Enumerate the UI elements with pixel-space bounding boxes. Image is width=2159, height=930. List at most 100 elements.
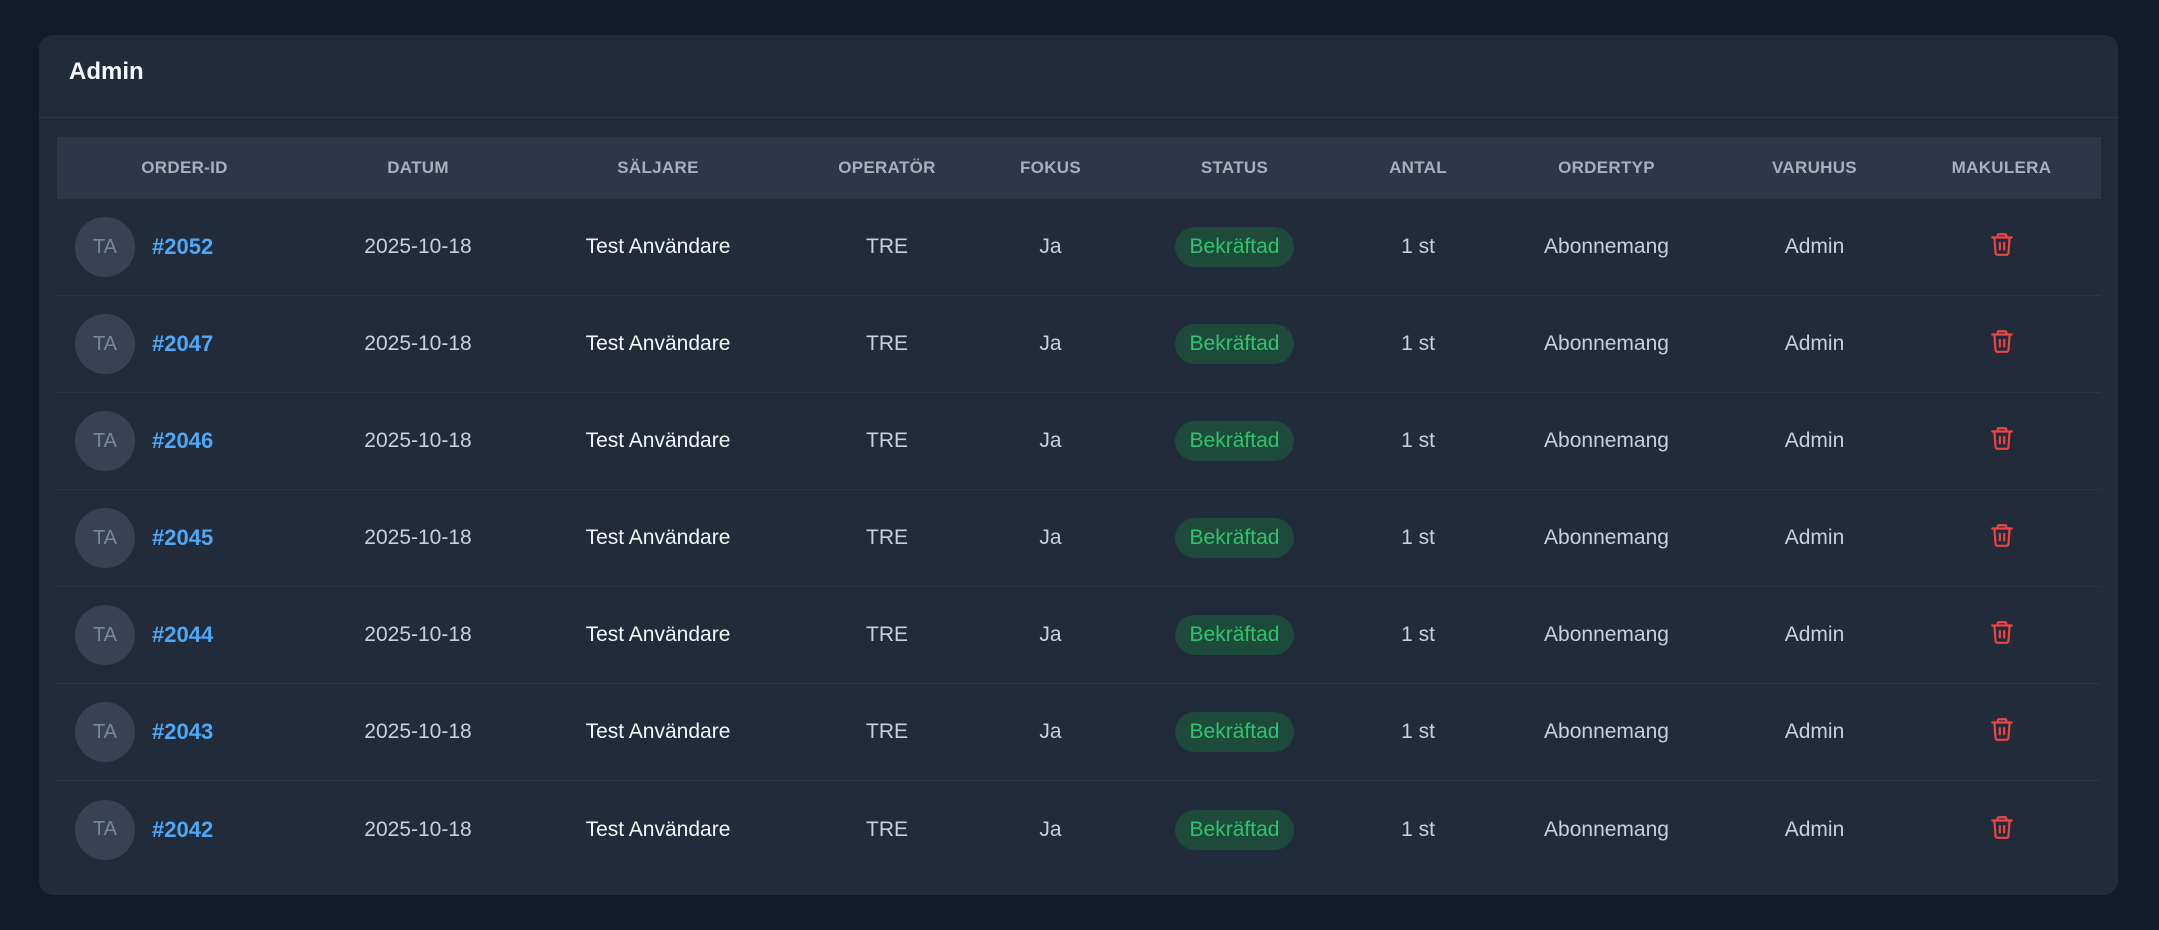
avatar: TA [75, 314, 135, 374]
seller-cell: Test Användare [585, 623, 731, 646]
table-row: TA #2046 2025-10-18 Test Användare TRE J… [57, 393, 2101, 490]
order-id-cell: TA #2052 [57, 217, 312, 277]
seller-cell: Test Användare [585, 817, 731, 841]
store-cell: Admin [1784, 332, 1845, 355]
trash-icon [1990, 815, 2013, 839]
delete-cell [1902, 619, 2101, 651]
delete-button[interactable] [1989, 619, 2015, 645]
delete-cell [1902, 328, 2101, 360]
order-id-cell: TA #2047 [57, 314, 312, 374]
date-cell: 2025-10-18 [364, 720, 472, 743]
delete-button[interactable] [1989, 716, 2015, 742]
table-row: TA #2047 2025-10-18 Test Användare TRE J… [57, 296, 2101, 393]
admin-orders-card: Admin ORDER-ID DATUM SÄLJARE OPERATÖR FO… [39, 35, 2118, 895]
delete-button[interactable] [1989, 231, 2015, 257]
table-header: ORDER-ID DATUM SÄLJARE OPERATÖR FOKUS ST… [57, 137, 2101, 199]
status-badge: Bekräftad [1174, 712, 1295, 752]
date-cell: 2025-10-18 [364, 817, 472, 841]
status-badge: Bekräftad [1174, 615, 1295, 655]
delete-button[interactable] [1989, 814, 2015, 840]
avatar: TA [75, 799, 135, 860]
delete-cell [1902, 814, 2101, 846]
focus-cell: Ja [1039, 817, 1062, 841]
table-row: TA #2043 2025-10-18 Test Användare TRE J… [57, 684, 2101, 781]
store-cell: Admin [1784, 623, 1845, 646]
delete-cell [1902, 522, 2101, 554]
order-id-cell: TA #2044 [57, 605, 312, 665]
column-header-status: STATUS [1200, 158, 1269, 177]
avatar: TA [75, 217, 135, 277]
column-header-focus: FOKUS [1020, 158, 1081, 177]
seller-cell: Test Användare [585, 235, 731, 258]
order-id-cell: TA #2045 [57, 508, 312, 568]
store-cell: Admin [1784, 429, 1845, 452]
column-header-seller: SÄLJARE [617, 158, 699, 177]
operator-cell: TRE [866, 817, 908, 841]
operator-cell: TRE [866, 332, 908, 355]
status-badge: Bekräftad [1174, 518, 1295, 558]
date-cell: 2025-10-18 [364, 429, 472, 452]
column-header-date: DATUM [387, 158, 449, 177]
operator-cell: TRE [866, 623, 908, 646]
avatar: TA [75, 702, 135, 762]
order-type-cell: Abonnemang [1544, 720, 1669, 743]
table-row: TA #2042 2025-10-18 Test Användare TRE J… [57, 781, 2101, 878]
status-cell: Bekräftad [1119, 809, 1350, 850]
avatar: TA [75, 411, 135, 471]
status-cell: Bekräftad [1119, 615, 1350, 655]
focus-cell: Ja [1039, 720, 1062, 743]
quantity-cell: 1 st [1401, 817, 1435, 841]
store-cell: Admin [1784, 720, 1845, 743]
order-id-cell: TA #2046 [57, 411, 312, 471]
delete-button[interactable] [1989, 328, 2015, 354]
focus-cell: Ja [1039, 332, 1062, 355]
table-row: TA #2044 2025-10-18 Test Användare TRE J… [57, 587, 2101, 684]
order-id-link[interactable]: #2052 [152, 234, 213, 260]
trash-icon [1990, 330, 2013, 353]
quantity-cell: 1 st [1401, 332, 1435, 355]
delete-button[interactable] [1989, 425, 2015, 451]
status-cell: Bekräftad [1119, 421, 1350, 461]
trash-icon [1990, 718, 2013, 741]
operator-cell: TRE [866, 526, 908, 549]
trash-icon [1990, 524, 2013, 547]
focus-cell: Ja [1039, 235, 1062, 258]
column-header-quantity: ANTAL [1389, 158, 1447, 177]
quantity-cell: 1 st [1401, 623, 1435, 646]
card-header: Admin [39, 35, 2118, 118]
status-badge: Bekräftad [1174, 809, 1295, 850]
store-cell: Admin [1784, 526, 1845, 549]
focus-cell: Ja [1039, 526, 1062, 549]
order-type-cell: Abonnemang [1544, 332, 1669, 355]
store-cell: Admin [1784, 817, 1845, 841]
delete-cell [1902, 231, 2101, 263]
order-id-cell: TA #2043 [57, 702, 312, 762]
avatar: TA [75, 508, 135, 568]
order-id-link[interactable]: #2045 [152, 525, 213, 551]
avatar: TA [75, 605, 135, 665]
order-id-link[interactable]: #2043 [152, 719, 213, 745]
status-cell: Bekräftad [1119, 324, 1350, 364]
quantity-cell: 1 st [1401, 235, 1435, 258]
column-header-operator: OPERATÖR [838, 158, 936, 177]
order-id-link[interactable]: #2042 [152, 817, 213, 843]
table-row: TA #2052 2025-10-18 Test Användare TRE J… [57, 199, 2101, 296]
seller-cell: Test Användare [585, 332, 731, 355]
trash-icon [1990, 621, 2013, 644]
delete-button[interactable] [1989, 522, 2015, 548]
order-type-cell: Abonnemang [1544, 817, 1669, 841]
date-cell: 2025-10-18 [364, 332, 472, 355]
date-cell: 2025-10-18 [364, 623, 472, 646]
status-cell: Bekräftad [1119, 227, 1350, 267]
order-id-cell: TA #2042 [57, 799, 312, 860]
status-badge: Bekräftad [1174, 324, 1295, 364]
store-cell: Admin [1784, 235, 1845, 258]
trash-icon [1990, 427, 2013, 450]
order-id-link[interactable]: #2046 [152, 428, 213, 454]
order-id-link[interactable]: #2047 [152, 331, 213, 357]
operator-cell: TRE [866, 720, 908, 743]
order-id-link[interactable]: #2044 [152, 622, 213, 648]
quantity-cell: 1 st [1401, 429, 1435, 452]
seller-cell: Test Användare [585, 526, 731, 549]
orders-table: ORDER-ID DATUM SÄLJARE OPERATÖR FOKUS ST… [57, 137, 2101, 878]
